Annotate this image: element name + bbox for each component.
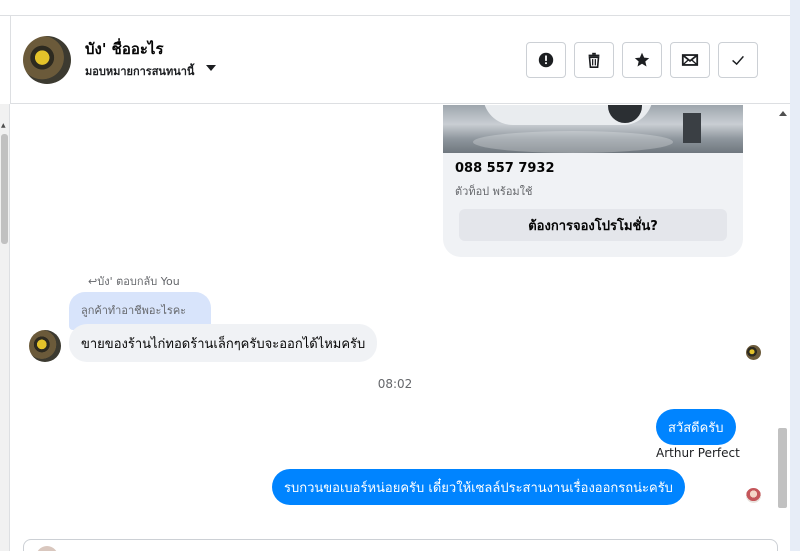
card-description: ตัวท็อป พร้อมใช้ [455,185,533,198]
thread-scrollbar[interactable] [775,105,790,535]
contact-name[interactable]: บัง' ชื่ออะไร [85,37,164,61]
promo-card-message: 088 557 7932 ตัวท็อป พร้อมใช้ ต้องการจอง… [443,105,743,257]
star-icon [634,52,650,67]
right-edge-panel [790,0,800,551]
message-composer[interactable] [23,539,778,551]
mail-button[interactable] [670,42,710,78]
envelope-icon [681,54,699,66]
sender-name: Arthur Perfect [656,446,740,460]
card-phone-number: 088 557 7932 [455,161,555,176]
scrollbar-thumb[interactable] [778,428,787,508]
star-button[interactable] [622,42,662,78]
delete-button[interactable] [574,42,614,78]
trash-icon [588,52,600,69]
sender-seen-avatar [746,488,761,503]
seen-avatar [746,345,761,360]
left-panel-scrollbar[interactable]: ▲ [0,104,10,551]
contact-avatar-small[interactable] [29,330,61,362]
contact-avatar[interactable] [23,36,71,84]
scrollbar-thumb[interactable] [1,134,8,244]
report-button[interactable] [526,42,566,78]
caret-down-icon[interactable] [206,65,216,71]
user-avatar [36,546,58,551]
reply-arrow-icon: ↩ [88,275,98,288]
reply-indicator: ↩บัง' ตอบกลับ You [88,272,180,290]
exclamation-icon [538,52,554,68]
conversation-header: บัง' ชื่ออะไร มอบหมายการสนทนานี้ [11,17,790,104]
scroll-up-arrow-icon[interactable]: ▲ [1,122,6,129]
outgoing-message[interactable]: สวัสดีครับ [656,409,736,445]
scroll-up-arrow-icon[interactable] [779,111,787,116]
outgoing-message[interactable]: รบกวนขอเบอร์หน่อยครับ เดี๋ยวให้เซลล์ประส… [272,469,685,505]
reply-meta-text: บัง' ตอบกลับ You [97,275,180,288]
inbox-conversation-view: ▲ บัง' ชื่ออะไร มอบหมายการสนทนานี้ 088 5… [0,0,800,551]
done-button[interactable] [718,42,758,78]
message-timestamp: 08:02 [377,377,413,391]
top-bar [0,0,790,16]
check-icon [732,55,744,66]
car-photo[interactable] [443,105,743,153]
incoming-message[interactable]: ขายของร้านไก่ทอดร้านเล็กๆครับจะออกได้ไหม… [69,324,378,362]
assign-conversation-label[interactable]: มอบหมายการสนทนานี้ [85,62,194,80]
book-promotion-button[interactable]: ต้องการจองโปรโมชั่น? [459,209,727,241]
